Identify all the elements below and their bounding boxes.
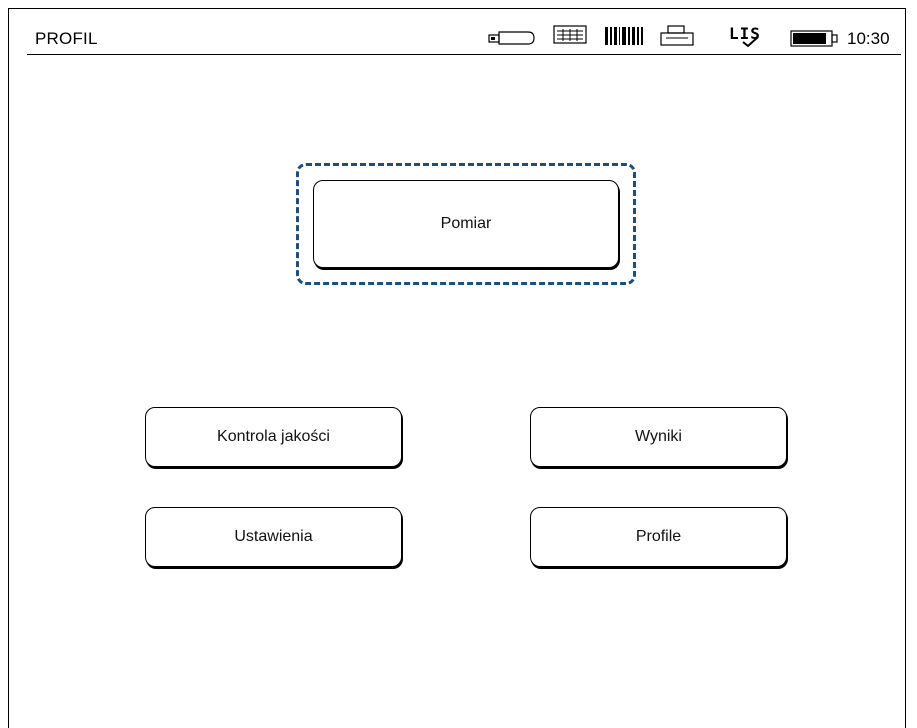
profiles-button[interactable]: Profile: [530, 507, 787, 567]
measurement-button[interactable]: Pomiar: [313, 180, 619, 268]
usb-stick-icon: [488, 31, 535, 45]
settings-button[interactable]: Ustawienia: [145, 507, 402, 567]
battery-icon: [790, 30, 838, 47]
device-screen: [8, 8, 906, 728]
keyboard-icon: [553, 25, 587, 44]
results-button[interactable]: Wyniki: [530, 407, 787, 467]
barcode-scanner-icon: [605, 27, 643, 45]
page-title: PROFIL: [35, 29, 98, 48]
checkmark-icon: [742, 36, 759, 48]
quality-control-button[interactable]: Kontrola jakości: [145, 407, 402, 467]
printer-icon: [660, 25, 694, 46]
lis-connected-icon: LIS: [729, 24, 769, 48]
header-divider: [27, 54, 901, 55]
clock: 10:30: [847, 29, 890, 48]
